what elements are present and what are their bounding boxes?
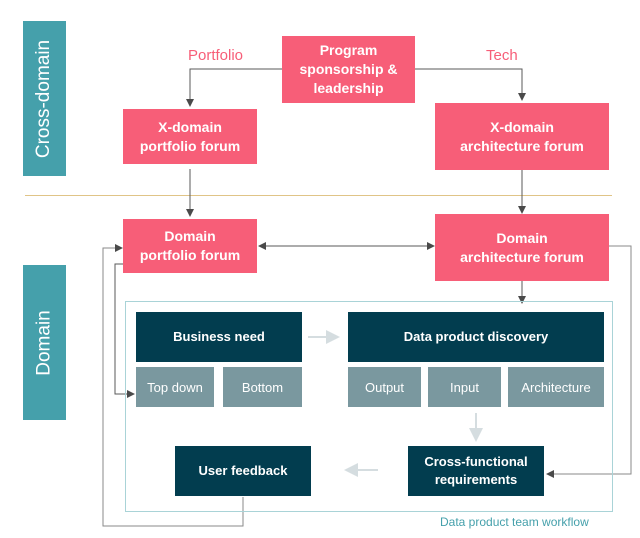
sub-step-architecture: Architecture [508, 367, 604, 407]
sub-step-top-down: Top down [136, 367, 214, 407]
edge-program-to-xarch [415, 68, 526, 101]
step-user-feedback: User feedback [175, 446, 311, 496]
node-xdomain-portfolio-forum: X-domain portfolio forum [123, 109, 257, 164]
node-program-sponsorship: Program sponsorship & leadership [282, 36, 415, 103]
sub-step-bottom: Bottom [223, 367, 302, 407]
node-xdomain-architecture-forum: X-domain architecture forum [435, 103, 609, 170]
edge-program-to-xportfolio [186, 68, 282, 107]
workflow-label: Data product team workflow [440, 515, 589, 529]
step-data-product-discovery: Data product discovery [348, 312, 604, 362]
node-domain-architecture-forum: Domain architecture forum [435, 214, 609, 281]
edge-label-tech: Tech [486, 47, 518, 64]
node-domain-portfolio-forum: Domain portfolio forum [123, 219, 257, 273]
sub-step-output: Output [348, 367, 421, 407]
step-cross-functional-requirements: Cross-functional requirements [408, 446, 544, 496]
edge-label-portfolio: Portfolio [188, 47, 244, 64]
step-business-need: Business need [136, 312, 302, 362]
sub-step-input: Input [428, 367, 501, 407]
